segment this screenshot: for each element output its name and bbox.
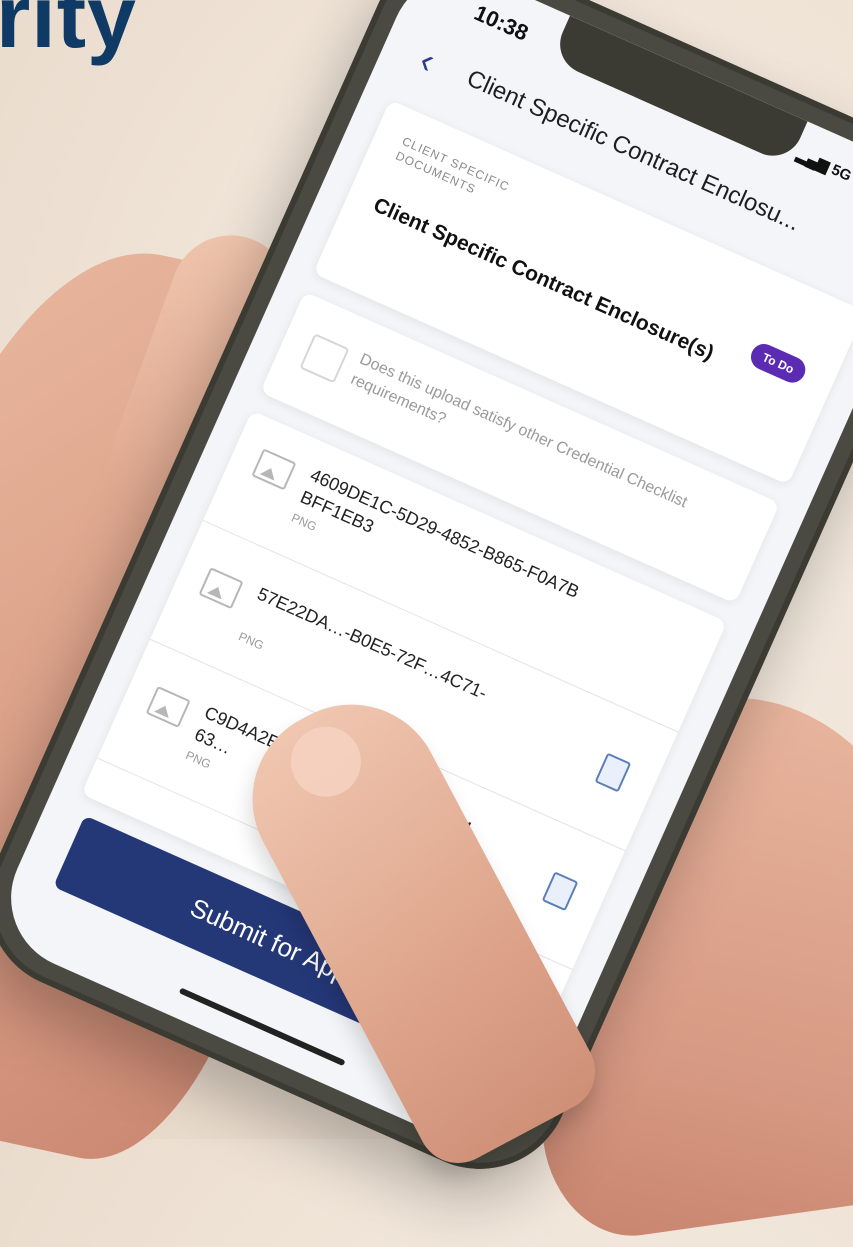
back-button[interactable]: ‹ [413, 39, 442, 82]
image-icon [145, 685, 191, 728]
fingernail [278, 714, 374, 810]
signal-icon: ▂▄▆ [794, 145, 832, 176]
page-headline: rity [0, 0, 137, 66]
clipboard-icon[interactable] [541, 871, 579, 912]
status-bar-right: ▂▄▆ 5G [794, 145, 853, 200]
file-type: PNG [236, 629, 266, 653]
status-time: 10:38 [470, 0, 533, 46]
document-title: Client Specific Contract Enclosure(s) [369, 193, 718, 365]
status-badge: To Do [746, 339, 810, 387]
document-category: CLIENT SPECIFIC DOCUMENTS [393, 134, 512, 197]
clipboard-icon[interactable] [594, 752, 632, 793]
image-icon [251, 448, 297, 491]
credential-checkbox[interactable] [299, 333, 350, 384]
network-label: 5G [828, 161, 853, 185]
image-icon [198, 567, 244, 610]
